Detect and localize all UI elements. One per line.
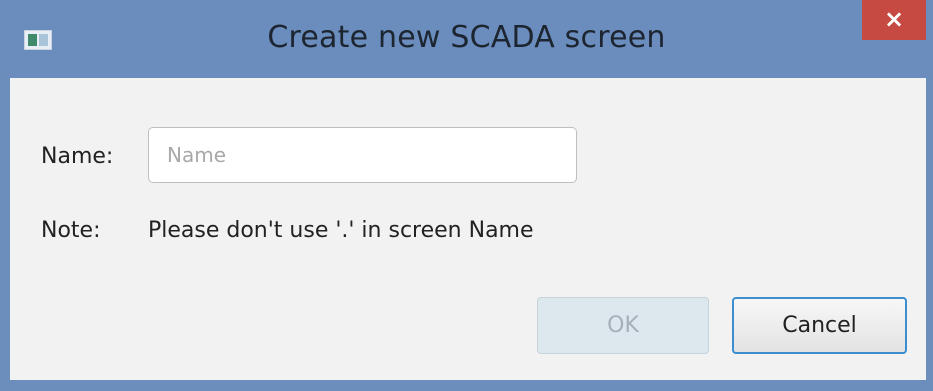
window-title: Create new SCADA screen xyxy=(267,20,666,55)
note-label: Note: xyxy=(41,218,101,243)
dialog-content: Name: Note: Please don't use '.' in scre… xyxy=(10,78,926,380)
dialog-window: Create new SCADA screen × Name: Note: Pl… xyxy=(0,0,933,391)
close-icon: × xyxy=(883,5,905,33)
ok-button[interactable]: OK xyxy=(537,297,709,354)
close-button[interactable]: × xyxy=(862,0,926,40)
note-text: Please don't use '.' in screen Name xyxy=(148,218,534,243)
cancel-button[interactable]: Cancel xyxy=(732,297,907,354)
name-input[interactable] xyxy=(148,127,577,183)
name-label: Name: xyxy=(41,144,114,169)
title-bar[interactable]: Create new SCADA screen × xyxy=(0,0,933,78)
